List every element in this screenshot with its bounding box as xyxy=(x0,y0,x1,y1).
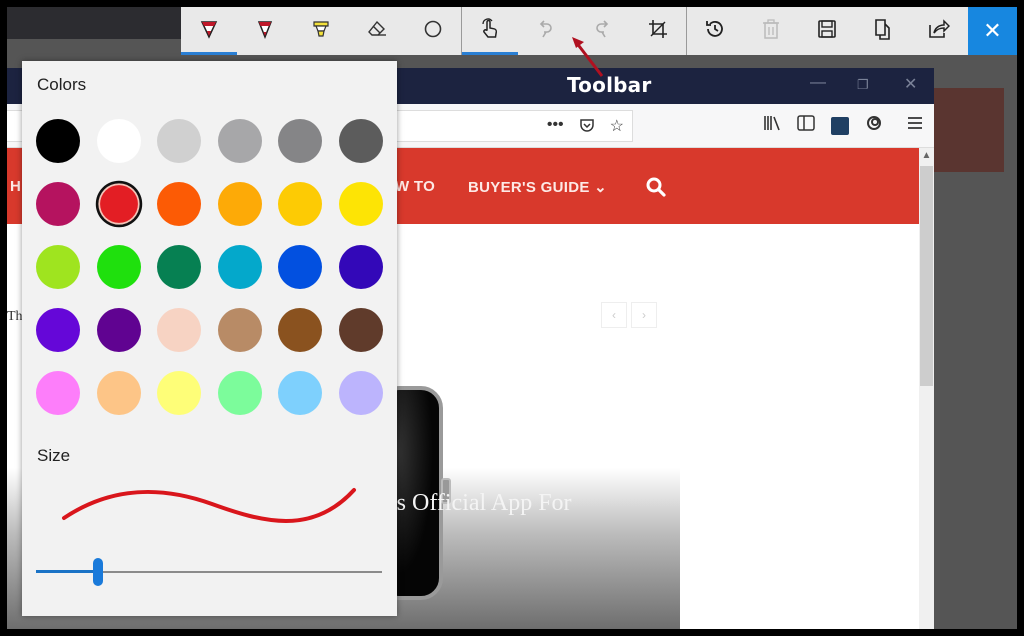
undo-icon xyxy=(536,19,556,44)
color-swatch[interactable] xyxy=(278,182,322,226)
color-swatch[interactable] xyxy=(157,308,201,352)
eraser-button[interactable] xyxy=(349,7,405,55)
color-swatch[interactable] xyxy=(99,185,138,223)
close-toolbar-button[interactable]: ✕ xyxy=(968,7,1017,55)
slider-fill xyxy=(36,570,98,573)
hero-headline-line1[interactable]: ts Official App For xyxy=(390,490,572,517)
save-button[interactable] xyxy=(799,7,855,55)
slider-prev-button[interactable]: ‹ xyxy=(601,302,627,328)
hamburger-menu-icon[interactable] xyxy=(907,116,923,135)
color-swatch[interactable] xyxy=(157,182,201,226)
color-swatch[interactable] xyxy=(278,119,322,163)
color-swatch[interactable] xyxy=(217,182,262,226)
ballpoint-pen-icon xyxy=(199,19,219,44)
undo-button[interactable] xyxy=(518,7,574,55)
scroll-up-arrow-icon[interactable]: ▲ xyxy=(919,150,934,161)
stroke-size-preview xyxy=(62,488,356,523)
crop-button[interactable] xyxy=(630,7,686,55)
highlighter-icon xyxy=(311,19,331,44)
history-icon xyxy=(704,18,726,45)
ruler-protractor-icon xyxy=(423,19,443,44)
touch-writing-icon xyxy=(479,17,501,45)
extension-icon[interactable] xyxy=(831,116,849,135)
color-swatch[interactable] xyxy=(278,245,322,289)
color-swatch[interactable] xyxy=(217,245,262,289)
crop-icon xyxy=(647,18,669,45)
pencil-button[interactable] xyxy=(237,7,293,55)
sync-icon[interactable] xyxy=(865,114,883,137)
color-swatch[interactable] xyxy=(157,119,201,163)
annotation-arrow xyxy=(572,37,604,77)
background-page-banner xyxy=(934,88,1004,172)
color-swatch[interactable] xyxy=(338,245,383,289)
color-swatch[interactable] xyxy=(217,119,262,163)
color-swatch[interactable] xyxy=(338,182,383,226)
scroll-thumb[interactable] xyxy=(920,166,933,386)
color-swatch[interactable] xyxy=(96,245,141,289)
history-button[interactable] xyxy=(687,7,743,55)
share-icon xyxy=(928,18,951,44)
page-actions-icon[interactable]: ••• xyxy=(547,116,564,139)
color-swatch[interactable] xyxy=(217,308,262,352)
color-swatch[interactable] xyxy=(278,371,322,415)
site-search-icon[interactable] xyxy=(645,176,667,204)
nav-item-buyers-guide[interactable]: BUYER'S GUIDE ⌄ xyxy=(468,178,607,196)
minimize-button[interactable]: — xyxy=(810,74,826,92)
restore-button[interactable]: ❐ xyxy=(857,77,869,93)
color-swatch[interactable] xyxy=(217,371,262,415)
color-swatch[interactable] xyxy=(36,308,80,352)
screen: Toolbar — ❐ ✕ ••• ☆ H W TO BUYER'S GUIDE… xyxy=(0,0,1024,636)
color-swatch[interactable] xyxy=(157,371,201,415)
pen-settings-flyout: Colors Size xyxy=(22,61,397,616)
highlighter-button[interactable] xyxy=(293,7,349,55)
trash-icon xyxy=(762,18,780,44)
share-button[interactable] xyxy=(911,7,967,55)
pencil-icon xyxy=(255,19,275,44)
slider-next-button[interactable]: › xyxy=(631,302,657,328)
sidebar-icon[interactable] xyxy=(797,115,815,136)
page-scrollbar[interactable]: ▲ xyxy=(919,148,934,629)
color-swatch[interactable] xyxy=(278,308,322,352)
color-swatch[interactable] xyxy=(157,245,201,289)
color-swatch[interactable] xyxy=(36,245,80,289)
touch-writing-button[interactable] xyxy=(462,7,518,55)
color-swatch[interactable] xyxy=(338,119,383,163)
copy-icon xyxy=(873,18,893,45)
colors-heading: Colors xyxy=(37,75,87,94)
ruler-button[interactable] xyxy=(405,7,461,55)
slider-controls: ‹ › xyxy=(601,302,657,328)
nav-item-home[interactable]: H xyxy=(10,178,21,195)
nav-item-how-to[interactable]: W TO xyxy=(395,178,435,195)
slider-thumb[interactable] xyxy=(93,558,103,586)
color-swatch[interactable] xyxy=(36,119,80,163)
pocket-icon[interactable] xyxy=(578,116,596,139)
color-swatch[interactable] xyxy=(96,371,141,415)
ballpoint-pen-button[interactable] xyxy=(181,7,237,55)
eraser-icon xyxy=(366,19,388,44)
color-swatch[interactable] xyxy=(338,371,383,415)
copy-button[interactable] xyxy=(855,7,911,55)
delete-button[interactable] xyxy=(743,7,799,55)
bookmark-star-icon[interactable]: ☆ xyxy=(610,116,624,139)
save-disk-icon xyxy=(817,19,837,44)
color-swatch[interactable] xyxy=(338,308,383,352)
close-window-button[interactable]: ✕ xyxy=(904,74,917,94)
library-icon[interactable] xyxy=(763,115,781,136)
color-swatch[interactable] xyxy=(96,119,141,163)
color-swatch[interactable] xyxy=(96,308,141,352)
color-swatch[interactable] xyxy=(36,371,80,415)
color-swatch[interactable] xyxy=(36,182,80,226)
size-heading: Size xyxy=(37,446,71,465)
color-palette xyxy=(36,119,383,415)
size-slider[interactable] xyxy=(36,558,382,588)
